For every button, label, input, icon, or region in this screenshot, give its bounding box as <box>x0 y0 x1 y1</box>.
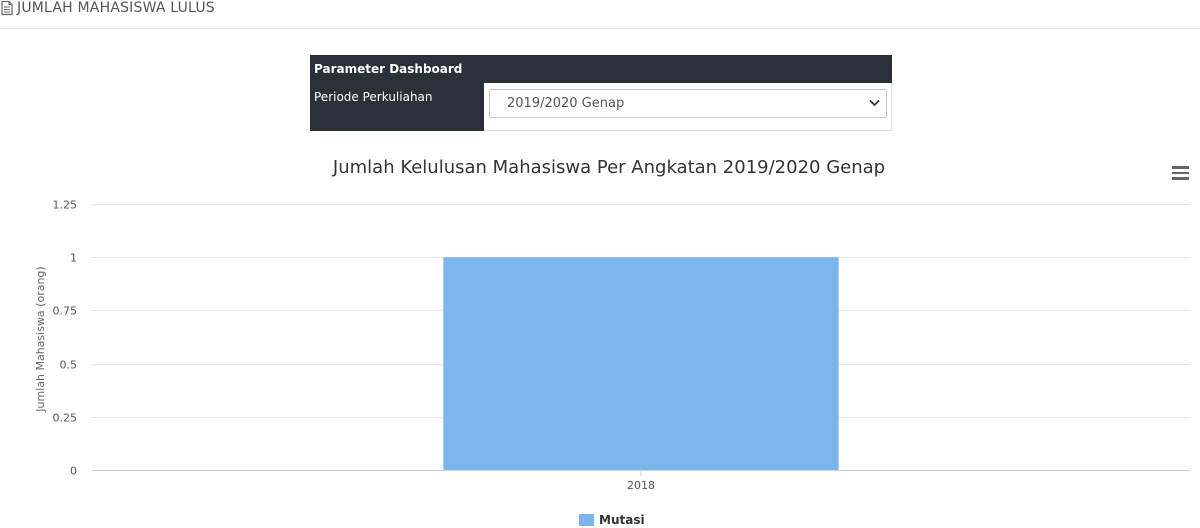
bar <box>443 257 839 470</box>
y-tick-label: 0.25 <box>53 412 78 425</box>
legend-label: Mutasi <box>599 513 645 527</box>
y-axis-title: Jumlah Mahasiswa (orang) <box>34 266 47 412</box>
x-tick-label: 2018 <box>627 479 655 492</box>
bar-chart: 0 0.25 0.5 0.75 1 1.25 Jumlah Mahasiswa (orang… <box>34 199 1190 492</box>
y-tick-label: 0.75 <box>53 305 78 318</box>
y-tick-label: 1.25 <box>53 199 78 212</box>
legend-swatch <box>579 514 594 526</box>
y-tick-label: 1 <box>70 252 77 265</box>
y-tick-label: 0 <box>70 465 77 478</box>
y-tick-label: 0.5 <box>60 359 78 372</box>
